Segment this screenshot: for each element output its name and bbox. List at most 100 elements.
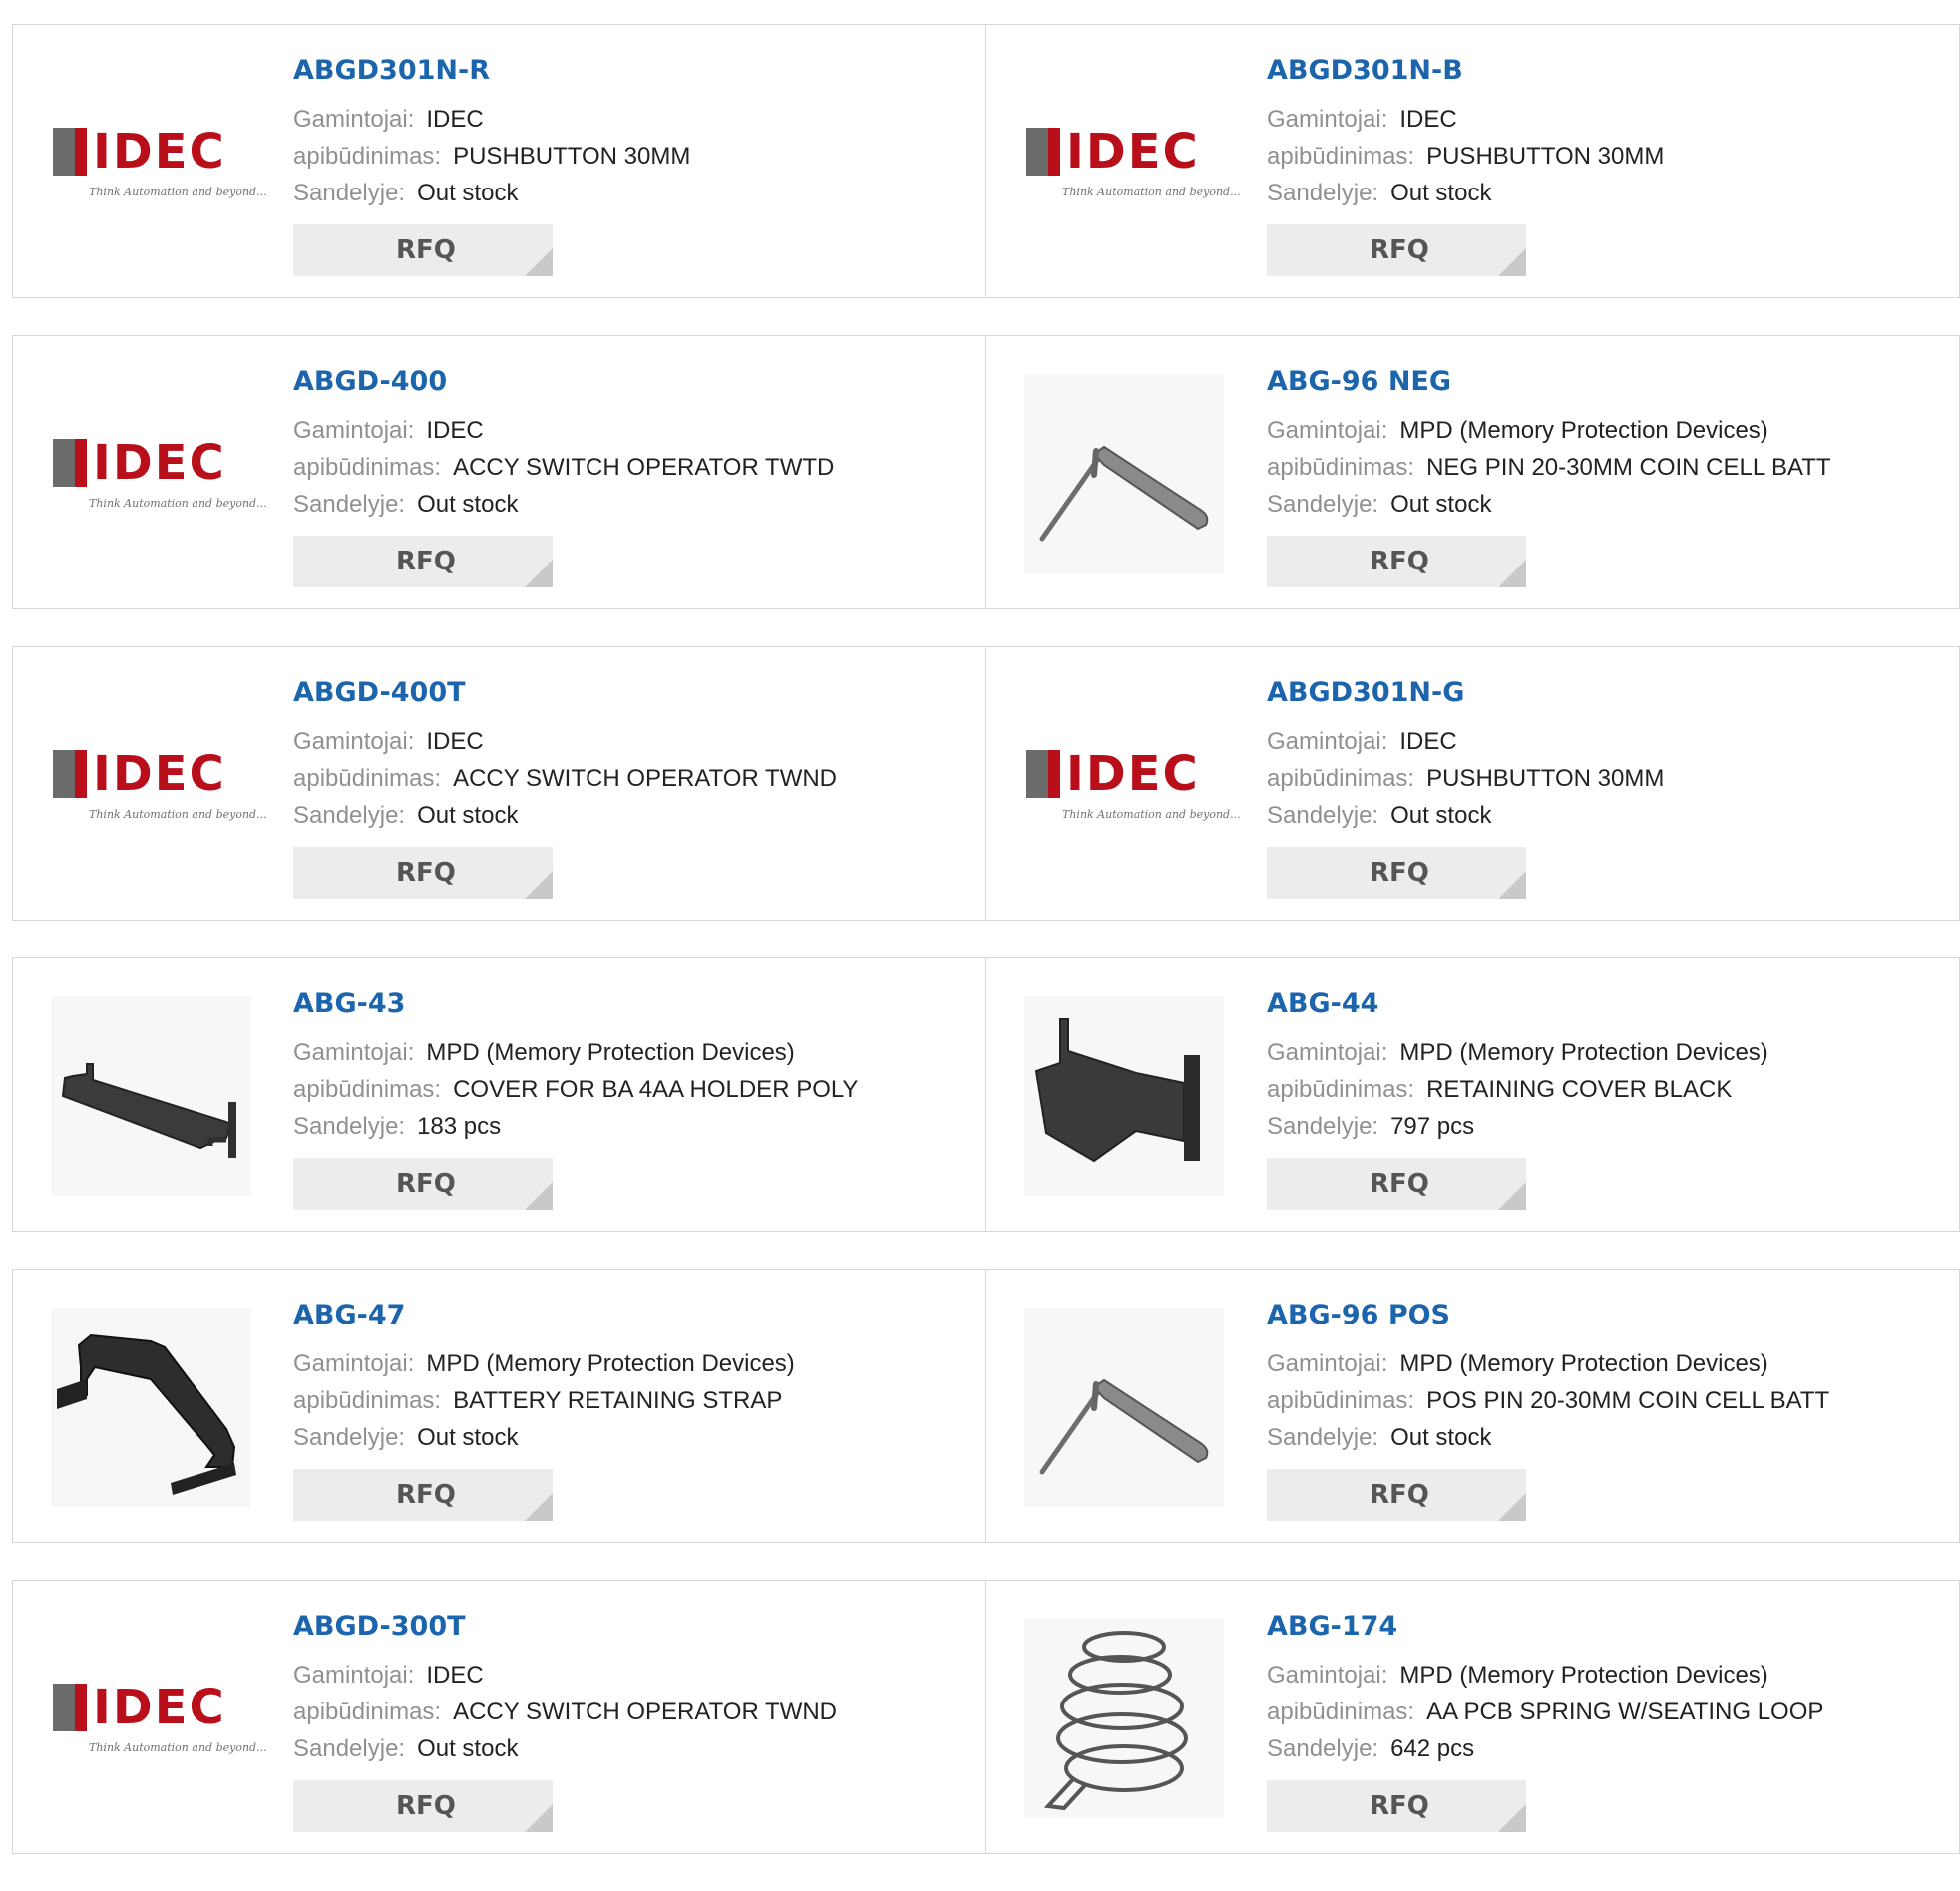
idec-logo-tagline: Think Automation and beyond... [1062, 808, 1241, 821]
pin-photo-svg [1039, 445, 1209, 542]
manufacturer-row: Gamintojai: IDEC [293, 101, 690, 138]
idec-logo: IDEC Think Automation and beyond... [51, 429, 267, 519]
description-label: apibūdinimas: [1267, 143, 1415, 170]
rfq-button[interactable]: RFQ [293, 1469, 553, 1521]
stock-row: Sandelyje: Out stock [293, 486, 834, 523]
product-image[interactable] [1024, 1308, 1224, 1507]
product-part-number-link[interactable]: ABG-47 [293, 1300, 795, 1331]
product-part-number-link[interactable]: ABG-96 POS [1267, 1300, 1829, 1331]
rfq-button[interactable]: RFQ [1267, 224, 1526, 276]
idec-logo: IDEC Think Automation and beyond... [51, 740, 267, 830]
rfq-corner-decoration [1498, 1182, 1526, 1210]
product-part-number-link[interactable]: ABG-44 [1267, 988, 1768, 1020]
stock-label: Sandelyje: [293, 1735, 406, 1762]
manufacturer-value: MPD (Memory Protection Devices) [426, 1039, 795, 1066]
manufacturer-value: MPD (Memory Protection Devices) [1399, 1350, 1768, 1377]
stock-value: Out stock [417, 1735, 519, 1762]
idec-logo-mark [53, 128, 87, 176]
rfq-corner-decoration [525, 1804, 553, 1832]
manufacturer-value: IDEC [1399, 728, 1457, 755]
product-part-number-link[interactable]: ABGD301N-R [293, 55, 690, 87]
rfq-button[interactable]: RFQ [1267, 1469, 1526, 1521]
rfq-corner-decoration [525, 1493, 553, 1521]
product-card: ABG-43 Gamintojai: MPD (Memory Protection… [12, 957, 986, 1232]
product-image[interactable]: IDEC Think Automation and beyond... [51, 63, 267, 262]
rfq-button-label: RFQ [1370, 858, 1429, 888]
product-info: ABG-96 POS Gamintojai: MPD (Memory Protec… [1267, 1300, 1829, 1456]
stock-row: Sandelyje: Out stock [1267, 486, 1831, 523]
idec-logo-mark [53, 750, 87, 798]
rfq-button[interactable]: RFQ [293, 1780, 553, 1832]
product-image[interactable]: IDEC Think Automation and beyond... [51, 1619, 267, 1818]
product-part-number-link[interactable]: ABG-174 [1267, 1611, 1823, 1643]
idec-logo: IDEC Think Automation and beyond... [51, 1674, 267, 1763]
product-part-number-link[interactable]: ABG-43 [293, 988, 858, 1020]
manufacturer-value: IDEC [426, 417, 484, 444]
rfq-button-label: RFQ [396, 1791, 456, 1821]
manufacturer-value: IDEC [1399, 106, 1457, 133]
stock-row: Sandelyje: Out stock [1267, 797, 1664, 834]
stock-label: Sandelyje: [293, 1113, 406, 1140]
product-image[interactable]: IDEC Think Automation and beyond... [1024, 63, 1241, 262]
rfq-button[interactable]: RFQ [1267, 847, 1526, 899]
product-info: ABG-174 Gamintojai: MPD (Memory Protectio… [1267, 1611, 1823, 1767]
product-image[interactable]: IDEC Think Automation and beyond... [51, 685, 267, 885]
product-card: IDEC Think Automation and beyond... ABGD-… [12, 1580, 986, 1854]
rfq-button[interactable]: RFQ [293, 1158, 553, 1210]
product-image[interactable] [1024, 374, 1224, 573]
stock-value: Out stock [1390, 802, 1492, 829]
product-image[interactable] [51, 996, 250, 1196]
product-card: IDEC Think Automation and beyond... ABGD-… [12, 646, 986, 921]
manufacturer-label: Gamintojai: [1267, 728, 1388, 755]
rfq-corner-decoration [525, 1182, 553, 1210]
product-info: ABGD301N-B Gamintojai: IDEC apibūdinimas:… [1267, 55, 1664, 211]
product-part-number-link[interactable]: ABGD301N-G [1267, 677, 1664, 709]
product-image[interactable]: IDEC Think Automation and beyond... [1024, 685, 1241, 885]
product-part-number-link[interactable]: ABGD-300T [293, 1611, 837, 1643]
rfq-button-label: RFQ [396, 235, 456, 265]
manufacturer-row: Gamintojai: IDEC [1267, 723, 1664, 760]
manufacturer-row: Gamintojai: IDEC [1267, 101, 1664, 138]
description-row: apibūdinimas: ACCY SWITCH OPERATOR TWTD [293, 449, 834, 486]
pin-photo-svg [1039, 1378, 1209, 1475]
rfq-button-label: RFQ [1370, 1791, 1429, 1821]
product-card: IDEC Think Automation and beyond... ABGD-… [12, 335, 986, 609]
stock-row: Sandelyje: 797 pcs [1267, 1108, 1768, 1145]
product-image[interactable] [1024, 996, 1224, 1196]
manufacturer-row: Gamintojai: IDEC [293, 723, 837, 760]
rfq-corner-decoration [1498, 248, 1526, 276]
description-row: apibūdinimas: NEG PIN 20-30MM COIN CELL B… [1267, 449, 1831, 486]
idec-logo-tagline: Think Automation and beyond... [89, 1741, 267, 1754]
idec-logo-mark [53, 1684, 87, 1731]
rfq-button[interactable]: RFQ [1267, 1158, 1526, 1210]
rfq-button[interactable]: RFQ [293, 847, 553, 899]
rfq-button[interactable]: RFQ [1267, 1780, 1526, 1832]
stock-value: 797 pcs [1390, 1113, 1475, 1140]
product-part-number-link[interactable]: ABGD301N-B [1267, 55, 1664, 87]
product-part-number-link[interactable]: ABGD-400T [293, 677, 837, 709]
product-image[interactable] [51, 1308, 250, 1507]
product-image[interactable] [1024, 1619, 1224, 1818]
product-card: ABG-96 NEG Gamintojai: MPD (Memory Protec… [986, 335, 1960, 609]
product-image[interactable]: IDEC Think Automation and beyond... [51, 374, 267, 573]
product-info: ABGD301N-G Gamintojai: IDEC apibūdinimas:… [1267, 677, 1664, 834]
rfq-button[interactable]: RFQ [293, 536, 553, 587]
product-part-number-link[interactable]: ABGD-400 [293, 366, 834, 398]
manufacturer-value: IDEC [426, 106, 484, 133]
stock-row: Sandelyje: 183 pcs [293, 1108, 858, 1145]
description-value: PUSHBUTTON 30MM [1426, 143, 1665, 170]
idec-logo-text: IDEC [93, 124, 226, 180]
description-value: POS PIN 20-30MM COIN CELL BATT [1426, 1387, 1830, 1414]
manufacturer-label: Gamintojai: [293, 728, 415, 755]
stock-label: Sandelyje: [1267, 1735, 1379, 1762]
description-label: apibūdinimas: [1267, 1699, 1415, 1725]
stock-value: Out stock [417, 802, 519, 829]
rfq-corner-decoration [1498, 560, 1526, 587]
idec-logo-mark [53, 439, 87, 487]
product-part-number-link[interactable]: ABG-96 NEG [1267, 366, 1831, 398]
idec-logo-tagline: Think Automation and beyond... [1062, 186, 1241, 198]
rfq-button[interactable]: RFQ [293, 224, 553, 276]
rfq-button[interactable]: RFQ [1267, 536, 1526, 587]
manufacturer-label: Gamintojai: [1267, 1662, 1388, 1689]
rfq-button-label: RFQ [1370, 1169, 1429, 1199]
